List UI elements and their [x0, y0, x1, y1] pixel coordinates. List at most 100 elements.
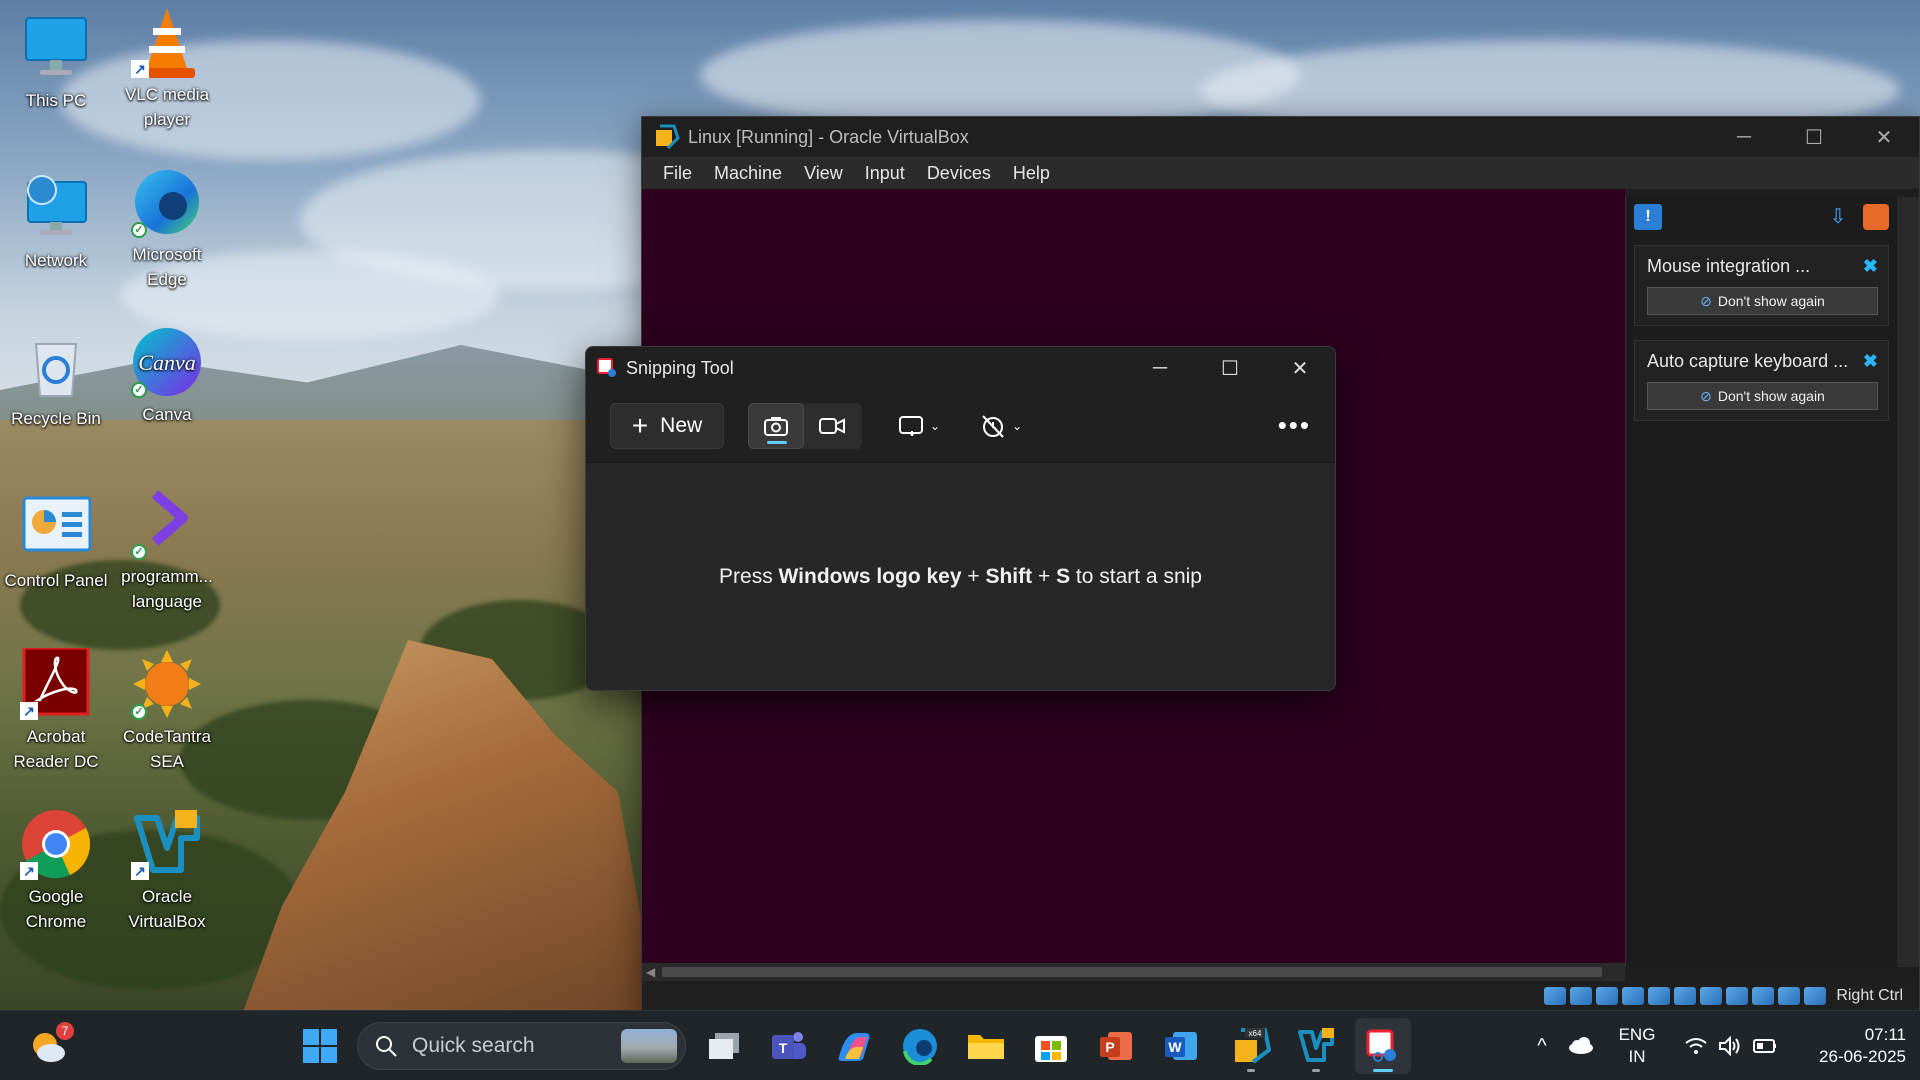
- language-code: ENG: [1618, 1025, 1656, 1044]
- taskbar-copilot[interactable]: [826, 1018, 882, 1074]
- recording-status-icon[interactable]: [1726, 987, 1749, 1005]
- snip-hint-area: Press Windows logo key + Shift + S to st…: [586, 463, 1335, 690]
- virtualbox-app-icon: [654, 124, 680, 150]
- desktop-icon-acrobat[interactable]: ↗ Acrobat Reader DC: [1, 646, 111, 774]
- network-status-icon[interactable]: [1622, 987, 1645, 1005]
- taskbar-oracle-virtualbox[interactable]: [1288, 1018, 1344, 1074]
- sort-notifications-icon[interactable]: ⇩: [1825, 204, 1851, 230]
- active-indicator: [1373, 1069, 1393, 1072]
- desktop-icon-virtualbox[interactable]: ↗ Oracle VirtualBox: [112, 808, 222, 934]
- menu-file[interactable]: File: [652, 163, 703, 184]
- menu-help[interactable]: Help: [1002, 163, 1061, 184]
- taskbar-powerpoint[interactable]: P: [1088, 1018, 1144, 1074]
- keyboard-status-icon[interactable]: [1804, 987, 1827, 1005]
- usb-status-icon[interactable]: [1648, 987, 1671, 1005]
- notification-info-icon: !: [1634, 204, 1662, 230]
- taskbar-snipping-tool[interactable]: [1355, 1018, 1411, 1074]
- close-button[interactable]: ✕: [1265, 348, 1335, 388]
- cpu-status-icon[interactable]: [1752, 987, 1775, 1005]
- chevron-down-icon: ⌄: [930, 418, 941, 433]
- desktop-icon-vlc[interactable]: ↗ VLC media player: [112, 6, 222, 132]
- more-options-button[interactable]: •••: [1278, 410, 1311, 441]
- horizontal-scrollbar[interactable]: ◀: [642, 963, 1625, 981]
- notification-mouse-integration: Mouse integration ... ✖ ⊘ Don't show aga…: [1634, 245, 1889, 326]
- vbox-titlebar[interactable]: Linux [Running] - Oracle VirtualBox ─ ☐ …: [642, 117, 1919, 157]
- notification-auto-capture-keyboard: Auto capture keyboard ... ✖ ⊘ Don't show…: [1634, 340, 1889, 421]
- close-button[interactable]: ✕: [1849, 117, 1919, 157]
- close-notification-icon[interactable]: ✖: [1863, 256, 1878, 277]
- desktop-icon-this-pc[interactable]: This PC: [1, 12, 111, 113]
- dont-show-again-button[interactable]: ⊘ Don't show again: [1647, 382, 1878, 410]
- optical-drive-status-icon[interactable]: [1570, 987, 1593, 1005]
- snip-titlebar[interactable]: Snipping Tool ─ ☐ ✕: [586, 347, 1335, 389]
- desktop-icon-recycle-bin[interactable]: Recycle Bin: [1, 330, 111, 431]
- scrollbar-thumb[interactable]: [662, 967, 1602, 977]
- taskbar-file-explorer[interactable]: [958, 1018, 1014, 1074]
- taskbar-search[interactable]: Quick search: [357, 1022, 686, 1070]
- dont-show-icon: ⊘: [1700, 387, 1712, 404]
- clear-notifications-icon[interactable]: [1863, 204, 1889, 230]
- show-hidden-icons-button[interactable]: ^: [1524, 1035, 1560, 1058]
- quick-settings-button[interactable]: [1672, 1036, 1790, 1056]
- desktop-icon-programming-language[interactable]: ✓ programm... language: [112, 488, 222, 614]
- mouse-status-icon[interactable]: [1778, 987, 1801, 1005]
- shared-folders-status-icon[interactable]: [1674, 987, 1697, 1005]
- close-notification-icon[interactable]: ✖: [1863, 351, 1878, 372]
- desktop-icon-codetantra[interactable]: ✓ CodeTantra SEA: [112, 648, 222, 774]
- edge-icon: [903, 1029, 937, 1065]
- minimize-button[interactable]: ─: [1709, 117, 1779, 157]
- desktop-icon-canva[interactable]: Canva ✓ Canva: [112, 326, 222, 427]
- record-mode-button[interactable]: [804, 403, 860, 449]
- onedrive-icon[interactable]: [1560, 1037, 1602, 1055]
- taskbar-edge[interactable]: [892, 1018, 948, 1074]
- taskbar-microsoft-store[interactable]: [1023, 1018, 1079, 1074]
- delay-dropdown[interactable]: ⌄: [968, 403, 1034, 449]
- desktop-icon-chrome[interactable]: ↗ Google Chrome: [1, 808, 111, 934]
- menu-machine[interactable]: Machine: [703, 163, 793, 184]
- display-status-icon[interactable]: [1700, 987, 1723, 1005]
- new-snip-button[interactable]: + New: [610, 402, 724, 449]
- maximize-button[interactable]: ☐: [1195, 348, 1265, 388]
- dont-show-again-label: Don't show again: [1717, 388, 1825, 404]
- scroll-left-icon[interactable]: ◀: [646, 963, 655, 981]
- maximize-button[interactable]: ☐: [1779, 117, 1849, 157]
- dont-show-again-button[interactable]: ⊘ Don't show again: [1647, 287, 1878, 315]
- desktop-icon-edge[interactable]: ✓ Microsoft Edge: [112, 166, 222, 292]
- taskbar-word[interactable]: W: [1153, 1018, 1209, 1074]
- menu-input[interactable]: Input: [854, 163, 916, 184]
- clock[interactable]: 07:11 26-06-2025: [1790, 1024, 1920, 1068]
- audio-status-icon[interactable]: [1596, 987, 1619, 1005]
- vertical-scrollbar[interactable]: [1897, 197, 1919, 967]
- snip-hint-text: Press Windows logo key + Shift + S to st…: [719, 565, 1202, 589]
- language-region: IN: [1628, 1047, 1646, 1066]
- snip-shape-dropdown[interactable]: ⌄: [886, 403, 952, 449]
- rectangle-snip-icon: [899, 415, 923, 436]
- folder-icon: [968, 1035, 1004, 1059]
- start-button[interactable]: [292, 1018, 348, 1074]
- taskbar-teams[interactable]: T: [761, 1018, 817, 1074]
- snipping-tool-window[interactable]: Snipping Tool ─ ☐ ✕ + New ⌄ ⌄ ••• Press …: [585, 346, 1336, 691]
- desktop-icon-network[interactable]: Network: [1, 172, 111, 273]
- weather-widget[interactable]: 7: [20, 1018, 76, 1074]
- menu-devices[interactable]: Devices: [916, 163, 1002, 184]
- taskbar-virtualbox-vm[interactable]: x64: [1223, 1018, 1279, 1074]
- weather-badge: 7: [56, 1022, 74, 1040]
- virtualbox-vm-icon: x64: [1235, 1028, 1271, 1064]
- chevron-down-icon: ⌄: [1012, 418, 1023, 433]
- taskbar-task-view[interactable]: [696, 1018, 752, 1074]
- desktop-icon-control-panel[interactable]: Control Panel: [1, 492, 111, 593]
- chrome-icon: ↗: [20, 808, 92, 880]
- hint-suffix: to start a snip: [1070, 564, 1202, 588]
- hint-prefix: Press: [719, 564, 779, 588]
- language-indicator[interactable]: ENG IN: [1602, 1024, 1672, 1068]
- desktop-icon-label: CodeTantra SEA: [123, 727, 211, 771]
- desktop-icon-label: Microsoft Edge: [132, 245, 202, 289]
- desktop-icon-label: Google Chrome: [25, 887, 87, 931]
- hard-disk-status-icon[interactable]: [1544, 987, 1567, 1005]
- menu-view[interactable]: View: [793, 163, 854, 184]
- edge-icon: ✓: [131, 166, 203, 238]
- minimize-button[interactable]: ─: [1125, 348, 1195, 388]
- vbox-statusbar: Right Ctrl: [642, 981, 1919, 1011]
- screenshot-mode-button[interactable]: [748, 402, 804, 449]
- desktop-icon-label: Network: [24, 251, 88, 270]
